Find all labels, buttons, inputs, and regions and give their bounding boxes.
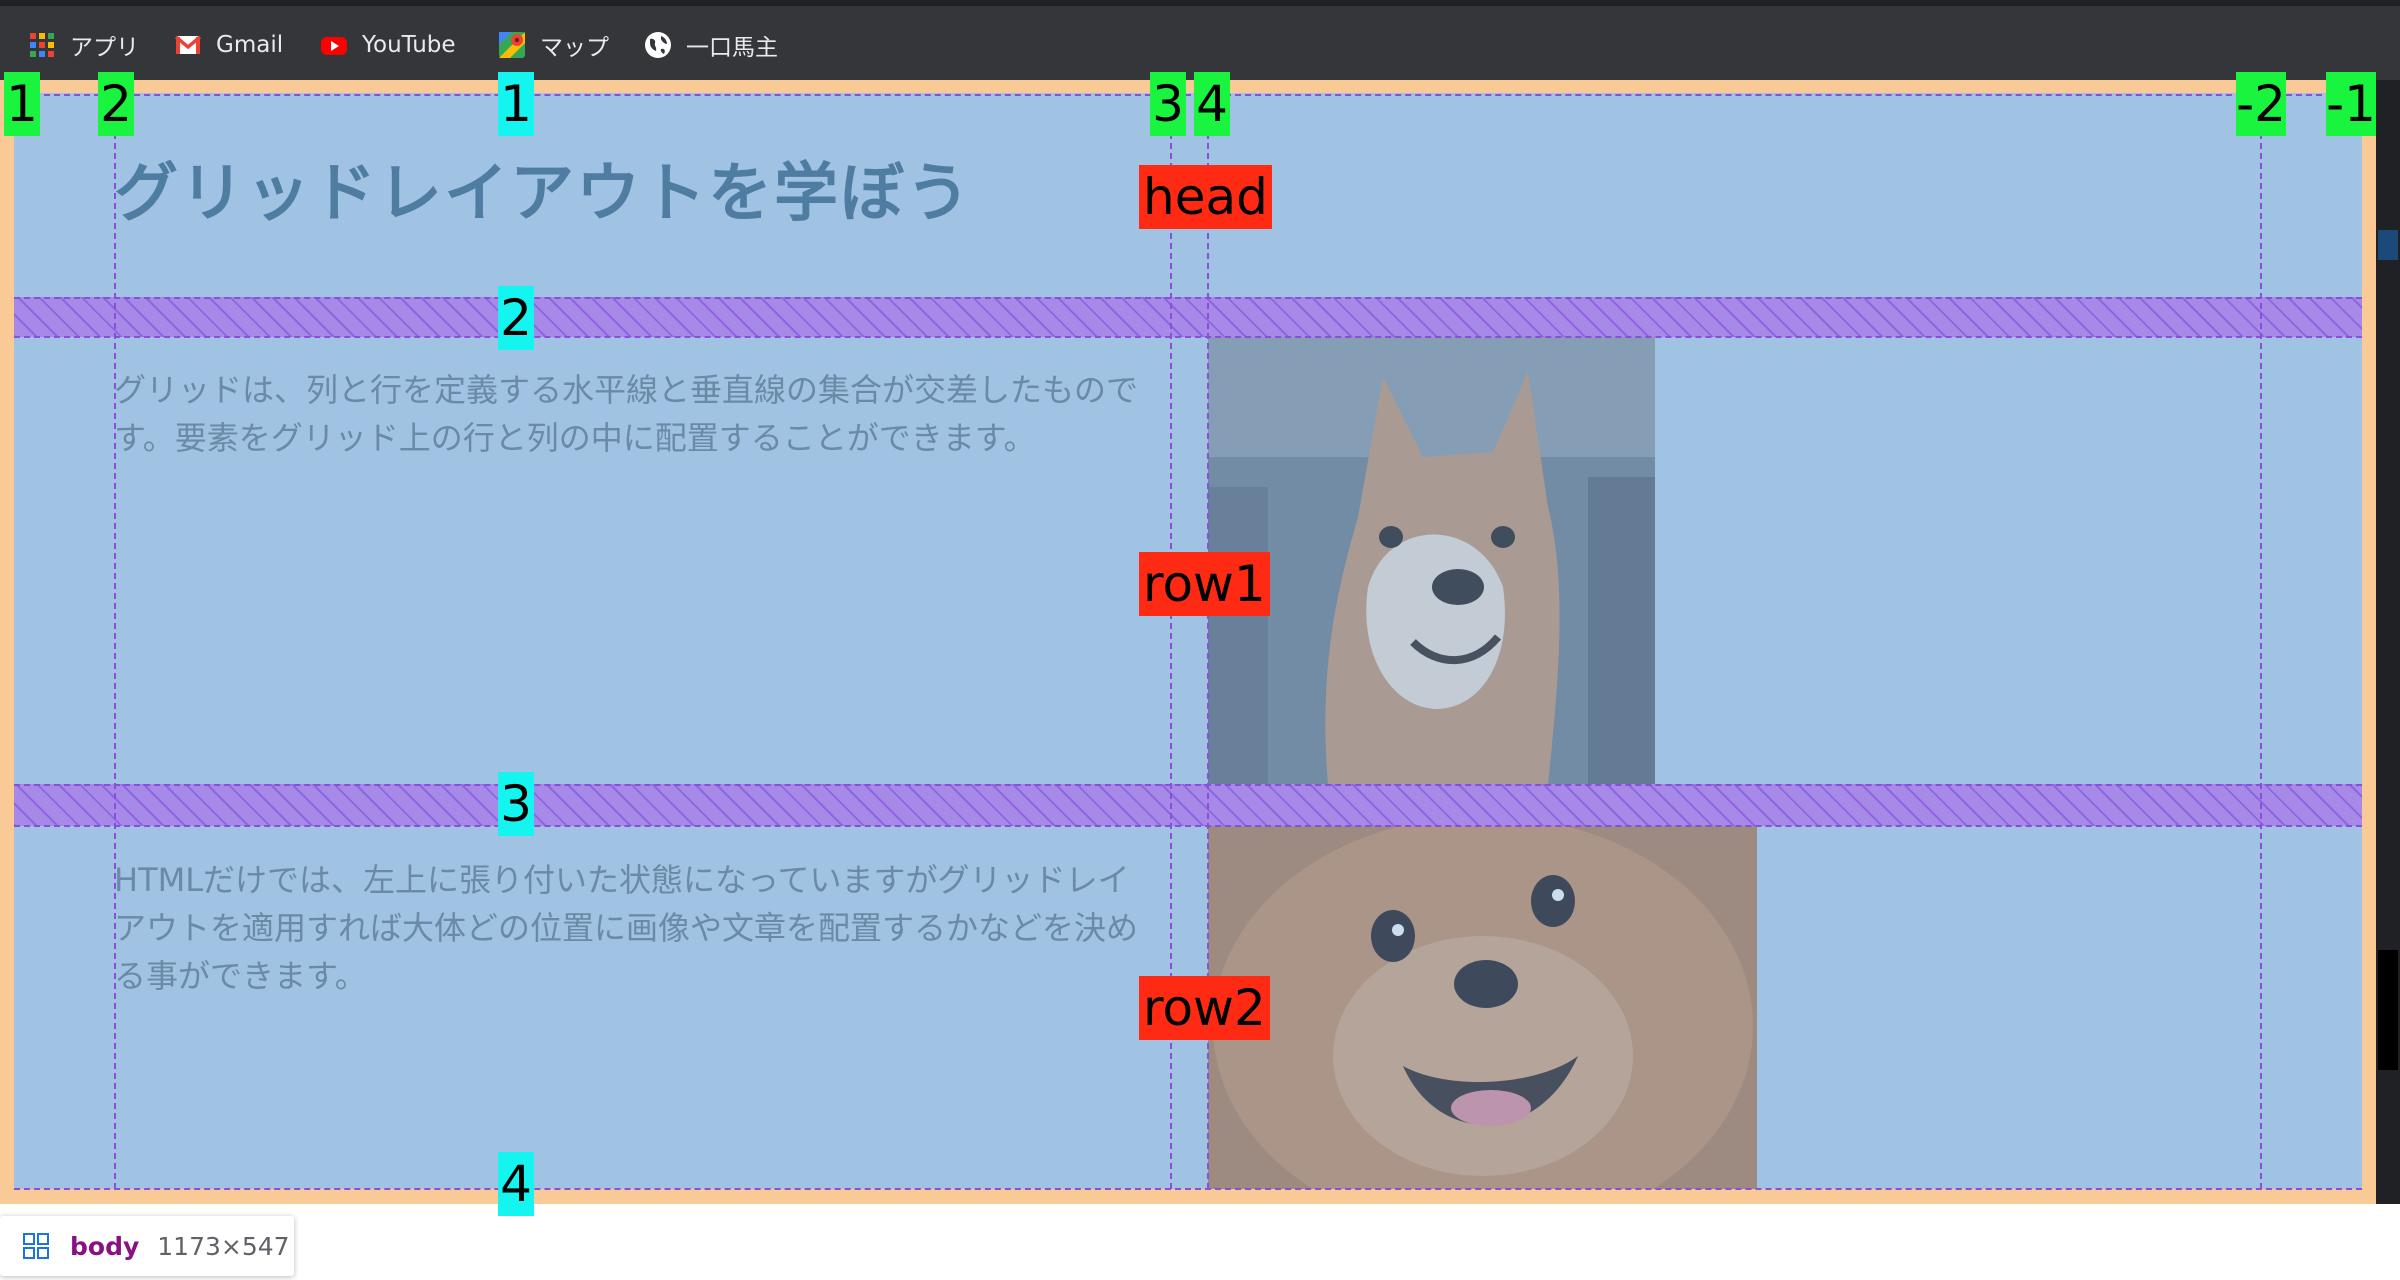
grid-badge-icon [22,1232,50,1260]
bookmark-label: Gmail [216,32,284,58]
maps-icon [498,31,526,59]
row-line-number: 3 [498,772,534,836]
row-line-number: 2 [498,286,534,350]
grid-row-line-4 [14,1188,2362,1190]
grid-area-label-head: head [1139,165,1272,229]
column-line-number: -2 [2236,72,2286,136]
bookmark-label: アプリ [70,35,139,61]
inspector-tooltip: body 1173×547 [0,1216,294,1276]
grid-area-label-row2: row2 [1139,976,1270,1040]
column-line-number: 4 [1194,72,1230,136]
column-line-number: 3 [1150,72,1186,136]
grid-area-label-row1: row1 [1139,552,1270,616]
grid-column-line-minus-2 [2260,93,2262,1189]
page-title: グリッドレイアウトを学ぼう [114,157,972,231]
tooltip-dimensions: 1173×547 [157,1231,290,1261]
devtools-marker [2378,950,2398,1070]
row-line-number: 4 [498,1152,534,1216]
bookmark-label: 一口馬主 [686,35,778,61]
bookmark-gmail[interactable]: Gmail [174,28,283,62]
gap-edge-line [14,825,2362,827]
photo-overlay-tint [1208,337,1655,784]
column-line-number: 2 [98,72,134,136]
bookmark-youtube[interactable]: YouTube [320,28,456,62]
tooltip-element-tag: body [70,1231,140,1261]
gap-edge-line [14,336,2362,338]
gmail-icon [174,31,202,59]
devtools-marker [2378,230,2398,260]
column-line-number: 1 [4,72,40,136]
paragraph-html-note: HTMLだけでは、左上に張り付いた状態になっていますがグリッドレイアウトを適用す… [114,861,1139,995]
bookmark-maps[interactable]: マップ [498,28,609,62]
gap-edge-line [14,297,2362,299]
devtools-panel-edge[interactable] [2376,80,2400,1204]
grid-column-line-2 [114,93,116,1189]
globe-icon [644,31,672,59]
pomeranian-dog-photo [1208,826,1757,1189]
row-gap-1 [14,297,2362,337]
bookmark-hitokuchi[interactable]: 一口馬主 [644,28,778,62]
column-line-number: -1 [2326,72,2376,136]
photo-overlay-tint [1208,826,1757,1189]
paragraph-grid-definition: グリッドは、列と行を定義する水平線と垂直線の集合が交差したものです。要素をグリッ… [114,371,1139,457]
youtube-icon [320,31,348,59]
bookmark-apps[interactable]: アプリ [28,28,139,62]
gap-edge-line [14,784,2362,786]
apps-grid-icon [28,31,56,59]
bookmarks-bar: アプリ Gmail YouTube マップ 一口馬主 [0,0,2400,80]
shiba-inu-dog-photo [1208,337,1655,784]
row-gap-2 [14,784,2362,826]
bookmark-label: YouTube [362,32,456,58]
bookmark-label: マップ [540,35,609,61]
window-edge [0,0,2400,6]
row-line-number: 1 [498,72,534,136]
grid-row-line-1 [14,94,2362,96]
